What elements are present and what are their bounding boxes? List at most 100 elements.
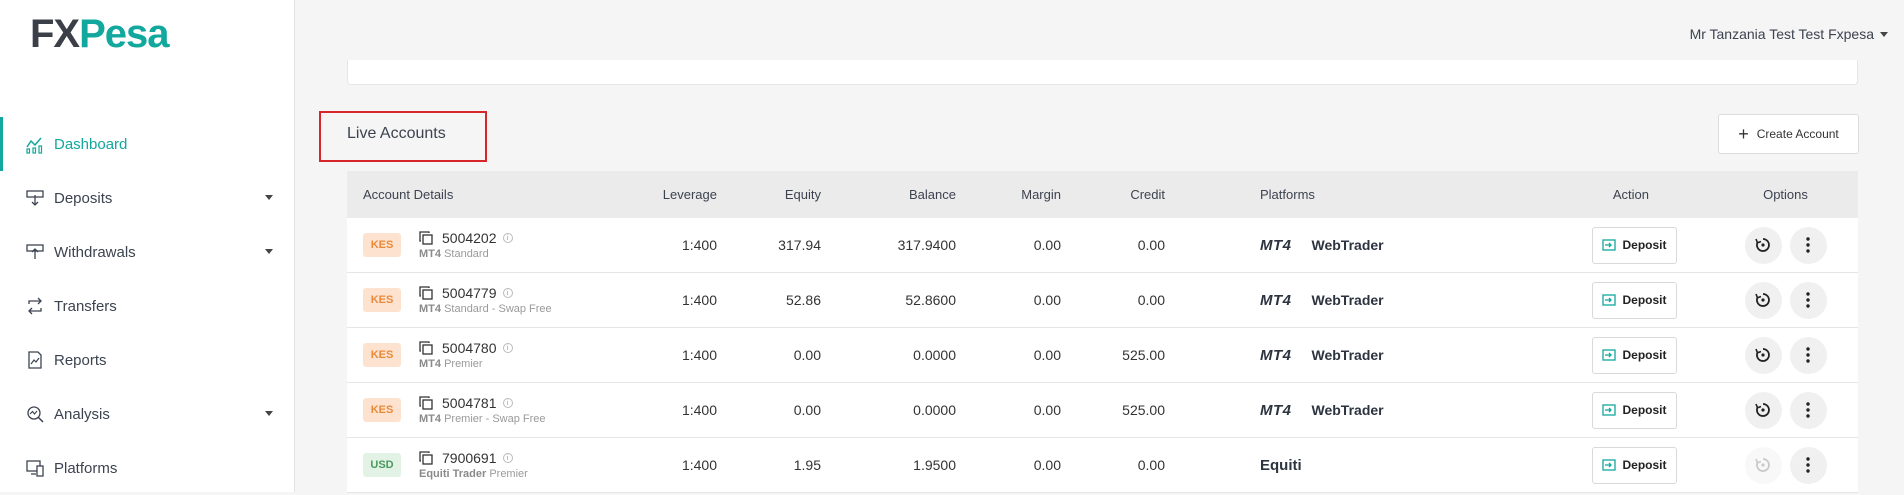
deposit-arrow-icon xyxy=(1602,239,1617,251)
account-number: 5004779 xyxy=(442,285,497,301)
more-options-icon[interactable] xyxy=(1789,226,1827,264)
deposit-arrow-icon xyxy=(1602,349,1617,361)
deposit-button[interactable]: Deposit xyxy=(1592,336,1677,374)
table-row: KES 5004202 i MT4 Standard 1:400 317.94 … xyxy=(347,218,1858,273)
deposit-label: Deposit xyxy=(1622,348,1667,362)
deposit-button[interactable]: Deposit xyxy=(1592,281,1677,319)
header-options: Options xyxy=(1763,187,1808,202)
action-cell: Deposit xyxy=(1505,383,1713,437)
leverage-cell: 1:400 xyxy=(681,347,717,363)
table-row: KES 5004781 i MT4 Premier - Swap Free 1:… xyxy=(347,383,1858,438)
info-icon[interactable]: i xyxy=(502,233,513,243)
logo-fx-text: FX xyxy=(30,12,80,56)
info-icon[interactable]: i xyxy=(502,343,513,353)
table-row: KES 5004780 i MT4 Premier 1:400 0.00 0.0… xyxy=(347,328,1858,383)
webtrader-link[interactable]: WebTrader xyxy=(1312,347,1384,363)
more-options-icon[interactable] xyxy=(1789,281,1827,319)
deposit-button[interactable]: Deposit xyxy=(1592,446,1677,484)
currency-badge: KES xyxy=(363,288,401,312)
section-title: Live Accounts xyxy=(347,125,446,142)
more-options-icon[interactable] xyxy=(1789,336,1827,374)
more-options-icon[interactable] xyxy=(1789,446,1827,484)
account-number: 5004202 xyxy=(442,230,497,246)
sidebar-item-dashboard[interactable]: Dashboard xyxy=(0,117,295,171)
action-cell: Deposit xyxy=(1505,328,1713,382)
margin-cell: 0.00 xyxy=(1033,457,1061,473)
copy-icon[interactable] xyxy=(419,396,433,410)
equity-cell: 317.94 xyxy=(778,237,821,253)
platforms-cell: MT4 WebTrader xyxy=(1165,273,1505,327)
more-options-icon[interactable] xyxy=(1789,391,1827,429)
account-type: MT4 Premier - Swap Free xyxy=(419,413,546,425)
header-action-label: Action xyxy=(1612,187,1649,202)
copy-icon[interactable] xyxy=(419,451,433,465)
webtrader-link[interactable]: WebTrader xyxy=(1312,402,1384,418)
webtrader-link[interactable]: WebTrader xyxy=(1312,292,1384,308)
info-icon[interactable]: i xyxy=(502,453,513,463)
options-cell xyxy=(1713,218,1858,272)
deposit-button[interactable]: Deposit xyxy=(1592,391,1677,429)
webtrader-link[interactable]: WebTrader xyxy=(1312,237,1384,253)
currency-badge: KES xyxy=(363,343,401,367)
sidebar-item-reports[interactable]: Reports xyxy=(0,333,295,387)
chevron-down-icon xyxy=(265,249,273,254)
account-info: 5004781 i MT4 Premier - Swap Free xyxy=(419,395,546,425)
sidebar-item-analysis[interactable]: Analysis xyxy=(0,387,295,441)
account-details-cell: KES 5004780 i MT4 Premier xyxy=(347,328,607,382)
leverage-cell: 1:400 xyxy=(681,292,717,308)
platforms-cell: MT4 WebTrader xyxy=(1165,328,1505,382)
info-icon[interactable]: i xyxy=(502,288,513,298)
sidebar-item-transfers[interactable]: Transfers xyxy=(0,279,295,333)
account-type: MT4 Premier xyxy=(419,358,513,370)
create-account-label: Create Account xyxy=(1756,127,1839,141)
header-action: Action xyxy=(1505,171,1713,218)
platforms-icon xyxy=(24,457,46,479)
copy-icon[interactable] xyxy=(419,286,433,300)
history-reset-icon[interactable] xyxy=(1744,391,1782,429)
header-platforms: Platforms xyxy=(1260,187,1315,202)
platforms-cell: Equiti xyxy=(1165,438,1505,492)
info-icon[interactable]: i xyxy=(502,398,513,408)
account-number-line: 5004781 i xyxy=(419,395,546,411)
mt4-logo: MT4 xyxy=(1260,401,1292,419)
margin-cell: 0.00 xyxy=(1033,237,1061,253)
currency-badge: KES xyxy=(363,233,401,257)
account-type-suffix: Premier xyxy=(489,468,528,480)
balance-cell: 317.9400 xyxy=(897,237,956,253)
sidebar-item-withdrawals[interactable]: Withdrawals xyxy=(0,225,295,279)
create-account-button[interactable]: + Create Account xyxy=(1718,114,1859,154)
deposit-arrow-icon xyxy=(1602,294,1617,306)
platforms-cell: MT4 WebTrader xyxy=(1165,218,1505,272)
margin-cell: 0.00 xyxy=(1033,402,1061,418)
sidebar-item-label: Transfers xyxy=(54,297,117,315)
sidebar-item-platforms[interactable]: Platforms xyxy=(0,441,295,495)
options-cell xyxy=(1713,328,1858,382)
fxpesa-logo[interactable]: FX Pesa xyxy=(30,12,170,56)
copy-icon[interactable] xyxy=(419,231,433,245)
account-type-suffix: Standard - Swap Free xyxy=(444,303,552,315)
sidebar-item-label: Withdrawals xyxy=(54,243,136,261)
account-info: 5004779 i MT4 Standard - Swap Free xyxy=(419,285,552,315)
options-cell xyxy=(1713,273,1858,327)
equity-cell: 0.00 xyxy=(793,347,821,363)
account-details-cell: USD 7900691 i Equiti Trader Premier xyxy=(347,438,607,492)
deposit-button[interactable]: Deposit xyxy=(1592,226,1677,264)
sidebar-item-deposits[interactable]: Deposits xyxy=(0,171,295,225)
account-type-prefix: MT4 xyxy=(419,358,441,370)
user-menu[interactable]: Mr Tanzania Test Test Fxpesa xyxy=(1690,26,1888,42)
account-type-prefix: Equiti Trader xyxy=(419,468,487,480)
balance-cell: 0.0000 xyxy=(913,402,956,418)
account-details-cell: KES 5004781 i MT4 Premier - Swap Free xyxy=(347,383,607,437)
report-icon xyxy=(24,349,46,371)
history-reset-icon[interactable] xyxy=(1744,446,1782,484)
sidebar-nav: Dashboard Deposits Withdrawals Transfers xyxy=(0,117,295,495)
account-number-line: 7900691 i xyxy=(419,450,528,466)
copy-icon[interactable] xyxy=(419,341,433,355)
history-reset-icon[interactable] xyxy=(1744,226,1782,264)
balance-cell: 1.9500 xyxy=(913,457,956,473)
deposit-label: Deposit xyxy=(1622,238,1667,252)
history-reset-icon[interactable] xyxy=(1744,281,1782,319)
deposit-label: Deposit xyxy=(1622,293,1667,307)
chevron-down-icon xyxy=(265,411,273,416)
history-reset-icon[interactable] xyxy=(1744,336,1782,374)
